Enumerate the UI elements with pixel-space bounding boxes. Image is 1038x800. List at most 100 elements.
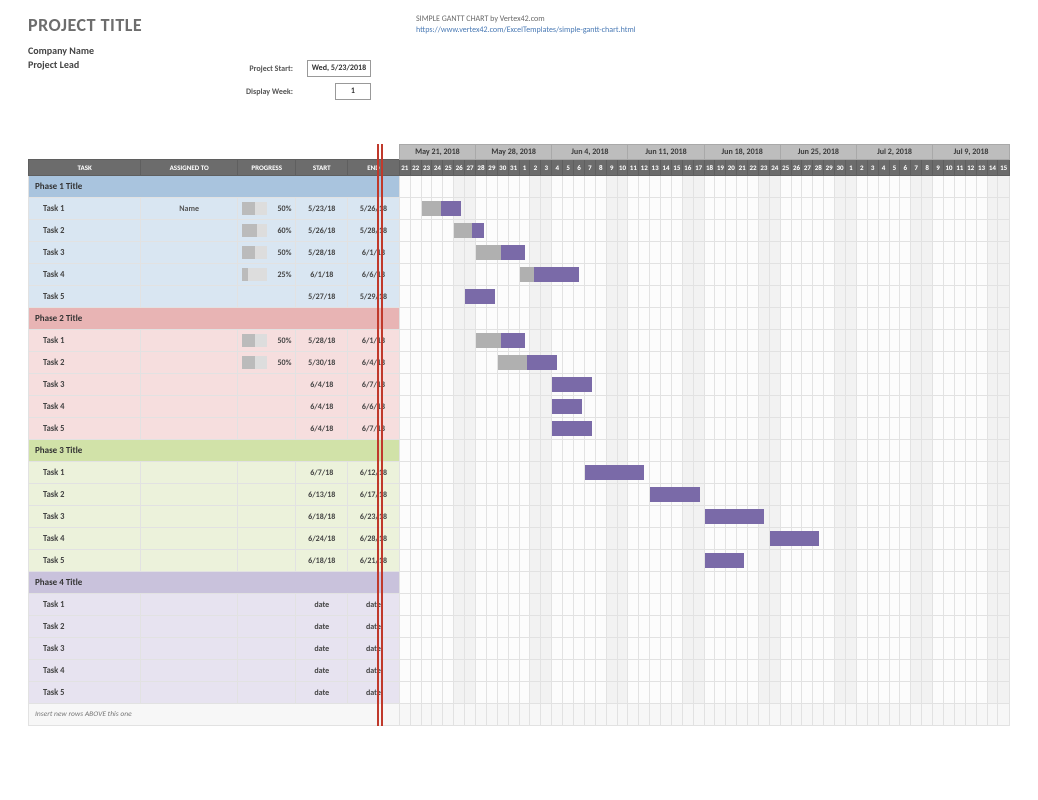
company-name[interactable]: Company Name — [28, 44, 1010, 58]
task-assigned[interactable] — [141, 484, 238, 506]
project-start-input[interactable]: Wed, 5/23/2018 — [307, 60, 371, 77]
task-start[interactable]: 6/18/18 — [296, 506, 348, 528]
task-assigned[interactable] — [141, 220, 238, 242]
task-row[interactable]: Task 1Name50%5/23/185/26/18 — [29, 198, 1010, 220]
task-assigned[interactable] — [141, 418, 238, 440]
gantt-bar[interactable] — [422, 198, 432, 219]
task-end[interactable]: 6/7/18 — [348, 374, 400, 396]
task-assigned[interactable]: Name — [141, 198, 238, 220]
task-assigned[interactable] — [141, 660, 238, 682]
task-progress[interactable]: 60% — [237, 220, 295, 242]
phase-title[interactable]: Phase 3 Title — [29, 440, 400, 462]
phase-header-row[interactable]: Phase 1 Title — [29, 176, 1010, 198]
task-start[interactable]: date — [296, 616, 348, 638]
task-row[interactable]: Task 150%5/28/186/1/18 — [29, 330, 1010, 352]
task-start[interactable]: date — [296, 638, 348, 660]
task-end[interactable]: date — [348, 638, 400, 660]
gantt-bar[interactable] — [585, 462, 595, 483]
phase-title[interactable]: Phase 4 Title — [29, 572, 400, 594]
task-end[interactable]: 6/12/18 — [348, 462, 400, 484]
task-start[interactable]: 5/23/18 — [296, 198, 348, 220]
task-row[interactable]: Task 36/18/186/23/18 — [29, 506, 1010, 528]
task-start[interactable]: 6/24/18 — [296, 528, 348, 550]
task-start[interactable]: 6/7/18 — [296, 462, 348, 484]
task-start[interactable]: 5/30/18 — [296, 352, 348, 374]
task-row[interactable]: Task 1 6/7/186/12/18 — [29, 462, 1010, 484]
task-assigned[interactable] — [141, 528, 238, 550]
task-end[interactable]: date — [348, 682, 400, 704]
task-end[interactable]: 6/23/18 — [348, 506, 400, 528]
task-end[interactable]: 5/26/18 — [348, 198, 400, 220]
phase-header-row[interactable]: Phase 4 Title — [29, 572, 1010, 594]
phase-title[interactable]: Phase 1 Title — [29, 176, 400, 198]
task-start[interactable]: 5/27/18 — [296, 286, 348, 308]
task-progress[interactable] — [237, 660, 295, 682]
task-end[interactable]: 6/28/18 — [348, 528, 400, 550]
gantt-bar[interactable] — [650, 484, 660, 505]
task-row[interactable]: Task 56/18/186/21/18 — [29, 550, 1010, 572]
task-progress[interactable] — [237, 484, 295, 506]
task-progress[interactable] — [237, 682, 295, 704]
task-progress[interactable] — [237, 418, 295, 440]
task-name[interactable]: Task 1 — [29, 462, 141, 484]
task-start[interactable]: 5/28/18 — [296, 330, 348, 352]
task-progress[interactable] — [237, 638, 295, 660]
task-end[interactable]: 6/17/18 — [348, 484, 400, 506]
task-end[interactable]: date — [348, 616, 400, 638]
task-name[interactable]: Task 2 — [29, 352, 141, 374]
task-progress[interactable] — [237, 506, 295, 528]
gantt-bar[interactable] — [552, 374, 562, 395]
task-row[interactable]: Task 4datedate — [29, 660, 1010, 682]
task-start[interactable]: 6/13/18 — [296, 484, 348, 506]
task-name[interactable]: Task 1 — [29, 594, 141, 616]
task-start[interactable]: date — [296, 660, 348, 682]
task-row[interactable]: Task 46/24/186/28/18 — [29, 528, 1010, 550]
task-progress[interactable] — [237, 550, 295, 572]
gantt-bar[interactable] — [705, 506, 715, 527]
task-progress[interactable]: 50% — [237, 352, 295, 374]
task-assigned[interactable] — [141, 374, 238, 396]
task-name[interactable]: Task 2 — [29, 220, 141, 242]
task-progress[interactable]: 50% — [237, 198, 295, 220]
task-end[interactable]: 6/6/18 — [348, 264, 400, 286]
task-assigned[interactable] — [141, 682, 238, 704]
task-end[interactable]: 5/29/18 — [348, 286, 400, 308]
task-start[interactable]: 6/1/18 — [296, 264, 348, 286]
task-start[interactable]: 6/4/18 — [296, 374, 348, 396]
task-end[interactable]: 6/21/18 — [348, 550, 400, 572]
task-end[interactable]: 6/4/18 — [348, 352, 400, 374]
task-assigned[interactable] — [141, 242, 238, 264]
task-name[interactable]: Task 4 — [29, 660, 141, 682]
task-row[interactable]: Task 2 50%5/30/186/4/18 — [29, 352, 1010, 374]
task-start[interactable]: 5/28/18 — [296, 242, 348, 264]
task-assigned[interactable] — [141, 396, 238, 418]
phase-header-row[interactable]: Phase 3 Title — [29, 440, 1010, 462]
task-progress[interactable] — [237, 594, 295, 616]
task-end[interactable]: 6/6/18 — [348, 396, 400, 418]
gantt-bar[interactable] — [476, 330, 486, 351]
task-assigned[interactable] — [141, 462, 238, 484]
task-name[interactable]: Task 5 — [29, 550, 141, 572]
task-start[interactable]: 6/4/18 — [296, 396, 348, 418]
task-progress[interactable]: 50% — [237, 330, 295, 352]
task-assigned[interactable] — [141, 616, 238, 638]
task-name[interactable]: Task 2 — [29, 616, 141, 638]
task-name[interactable]: Task 4 — [29, 396, 141, 418]
task-progress[interactable] — [237, 462, 295, 484]
task-name[interactable]: Task 2 — [29, 484, 141, 506]
task-end[interactable]: 6/1/18 — [348, 330, 400, 352]
task-assigned[interactable] — [141, 352, 238, 374]
task-progress[interactable]: 25% — [237, 264, 295, 286]
task-assigned[interactable] — [141, 550, 238, 572]
task-row[interactable]: Task 3datedate — [29, 638, 1010, 660]
gantt-bar[interactable] — [770, 528, 780, 549]
task-name[interactable]: Task 4 — [29, 264, 141, 286]
task-progress[interactable] — [237, 374, 295, 396]
project-lead[interactable]: Project Lead — [28, 58, 1010, 72]
task-end[interactable]: 6/1/18 — [348, 242, 400, 264]
task-end[interactable]: 6/7/18 — [348, 418, 400, 440]
task-assigned[interactable] — [141, 330, 238, 352]
gantt-bar[interactable] — [520, 264, 530, 285]
task-name[interactable]: Task 3 — [29, 374, 141, 396]
task-name[interactable]: Task 5 — [29, 682, 141, 704]
